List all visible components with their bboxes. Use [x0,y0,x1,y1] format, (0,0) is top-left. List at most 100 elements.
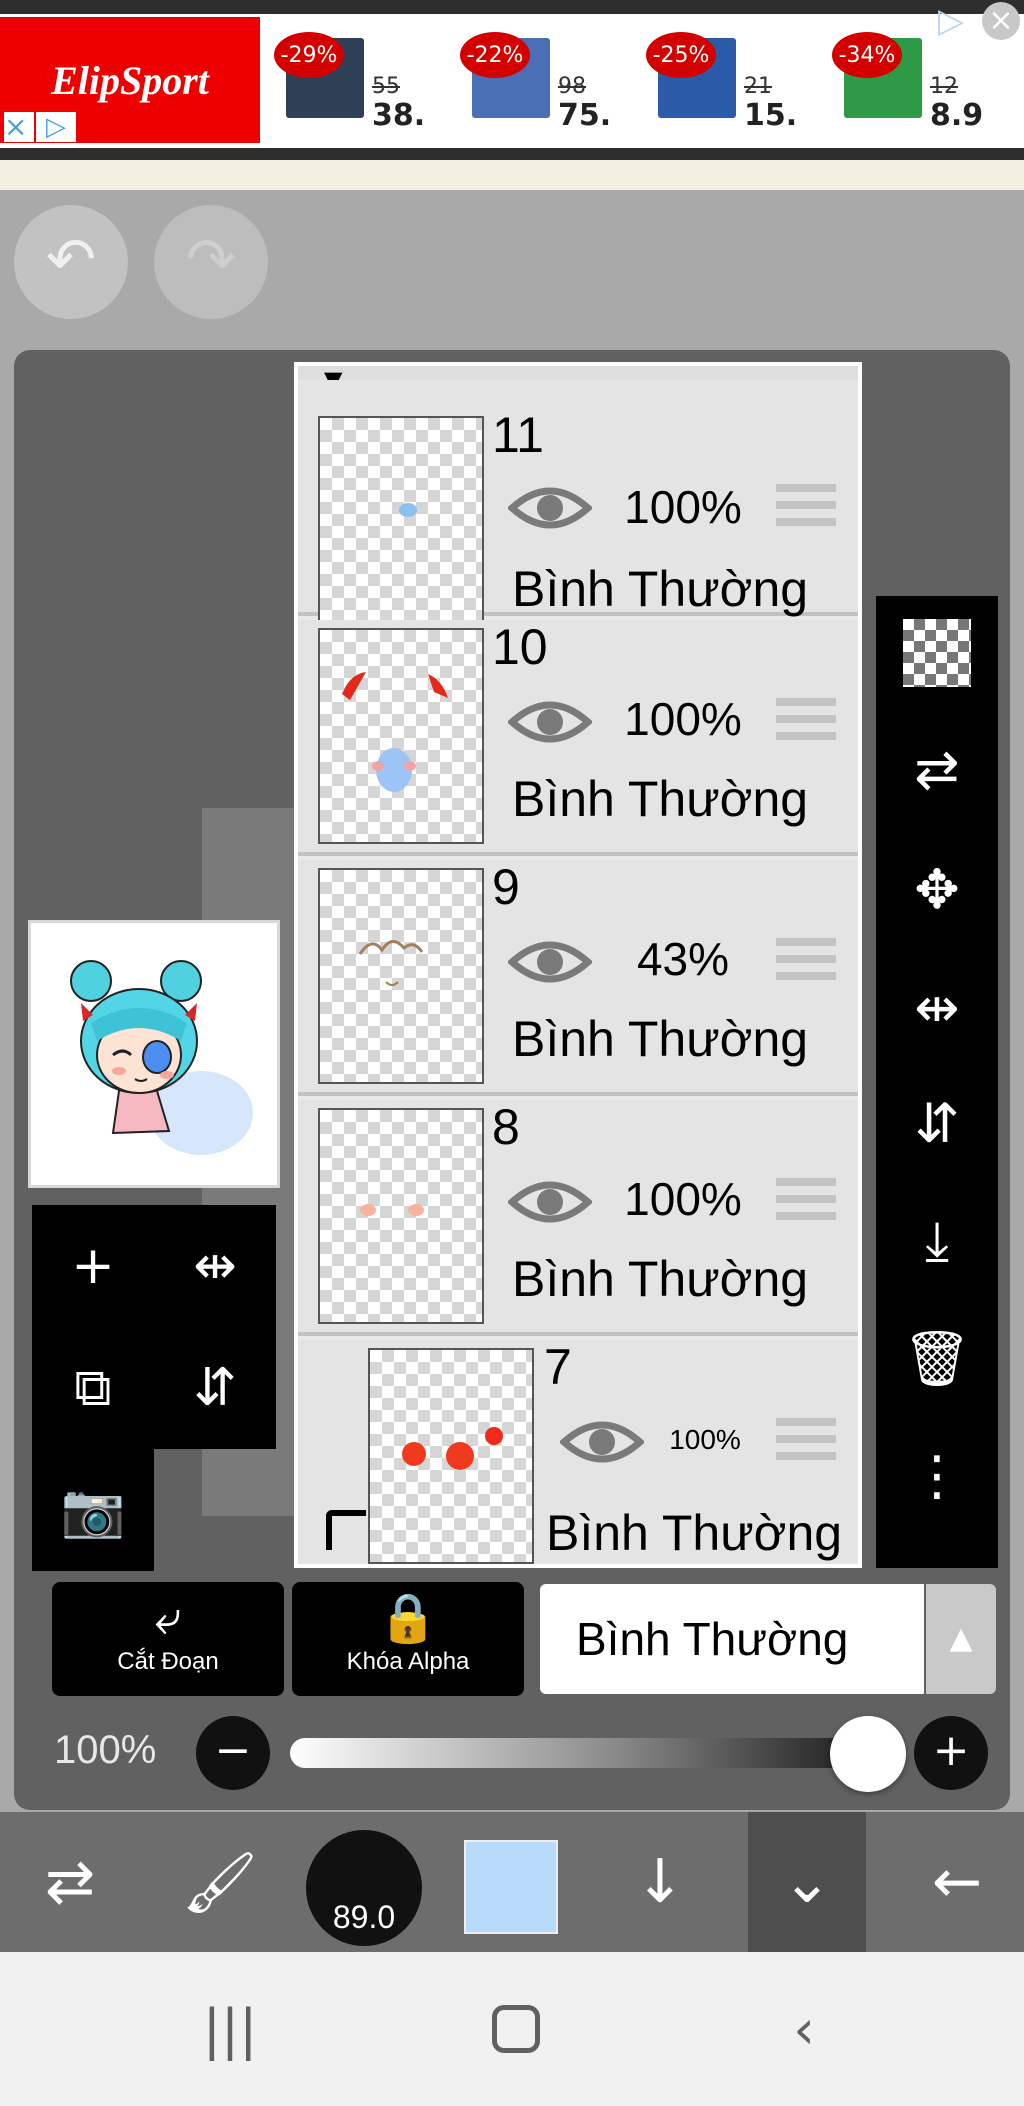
ad-close-small-icon[interactable]: × [4,112,34,142]
delete-layer-button[interactable]: 🗑 [876,1304,998,1414]
layer-actions-bar: ⇄ ✥ ⇹ ⇵ ⤓ 🗑 ⋮ [876,596,998,1568]
recent-apps-button[interactable]: ||| [170,1952,290,2106]
eye-icon[interactable] [506,480,594,536]
more-vertical-icon: ⋮ [910,1443,964,1507]
camera-button[interactable]: 📷 [32,1449,154,1571]
minus-icon: − [214,1725,252,1776]
eye-icon[interactable] [506,1174,594,1230]
layer-number: 7 [544,1339,572,1395]
opacity-decrease-button[interactable]: − [196,1716,270,1790]
flip-horizontal-icon: ⇹ [914,975,960,1039]
blend-mode-select[interactable]: Bình Thường [540,1584,924,1694]
layers-list[interactable]: ▼ 11 100% Bình Thường 10 100% [294,362,862,1568]
ad-border-top [0,0,1024,14]
ad-new-price: 8.9 [930,98,984,133]
layer-row[interactable]: 11 100% Bình Thường [298,380,858,632]
ad-product[interactable]: -22% 98 75. [460,24,640,136]
layers-scroll[interactable]: ▼ 11 100% Bình Thường 10 100% [298,366,858,1564]
layer-thumbnail [318,868,484,1084]
brush-tool-button[interactable]: 🖌 [150,1812,290,1952]
system-nav-bar: ||| ‹ [0,1952,1024,2106]
tool-switch-button[interactable]: ⇄ [0,1812,140,1952]
back-button[interactable]: ← [890,1812,1024,1952]
opacity-increase-button[interactable]: + [914,1716,988,1790]
redo-icon: ↷ [185,225,237,295]
layer-thumbnail [368,1348,534,1564]
flip-vertical-layer-button[interactable]: ⇵ [876,1068,998,1178]
ad-new-price: 75. [558,98,612,133]
flip-vertical-button[interactable]: ⇵ [154,1327,276,1449]
home-button[interactable] [456,1952,576,2106]
ad-brand: ElipSport [51,57,209,103]
swap-layers-button[interactable]: ⇄ [876,714,998,824]
ad-close-icon[interactable]: × [982,2,1020,40]
transparency-icon [903,619,971,687]
alpha-lock-button[interactable]: 🔒 Khóa Alpha [292,1582,524,1696]
layer-opacity: 43% [636,933,730,985]
move-button[interactable]: ✥ [876,834,998,944]
blend-mode-dropdown-icon[interactable]: ▲ [926,1584,996,1694]
more-options-button[interactable]: ⋮ [876,1420,998,1530]
color-swatch[interactable] [464,1840,558,1934]
plus-icon: + [932,1725,970,1776]
flip-horizontal-button[interactable]: ⇹ [154,1205,276,1327]
redo-button[interactable]: ↷ [154,205,268,319]
layer-blend-mode: Bình Thường [512,1011,809,1067]
drag-handle-icon[interactable] [776,1418,836,1468]
eye-icon[interactable] [506,934,594,990]
move-down-button[interactable]: ↓ [600,1812,720,1952]
undo-icon: ↶ [45,225,97,295]
merge-down-icon: ⤓ [925,1209,949,1272]
ad-choices-icon[interactable]: ▷ [36,112,76,142]
arrow-left-icon: ← [931,1847,983,1917]
drag-handle-icon[interactable] [776,1178,836,1228]
merge-down-button[interactable]: ⤓ [876,1186,998,1296]
layer-number: 8 [492,1099,520,1155]
ad-new-price: 15. [744,98,798,133]
double-chevron-down-icon: ⌄ [781,1847,833,1917]
layer-row[interactable]: 8 100% Bình Thường [298,1099,858,1336]
flip-vertical-icon: ⇵ [193,1358,237,1418]
eye-icon[interactable] [506,694,594,750]
opacity-slider[interactable] [290,1738,890,1768]
ad-discount: -29% [274,32,344,78]
drag-handle-icon[interactable] [776,938,836,988]
layer-number: 9 [492,859,520,915]
layer-opacity: 100% [624,693,742,745]
ad-product[interactable]: -34% 12 8.9 [832,24,1012,136]
drag-handle-icon[interactable] [776,484,836,534]
add-layer-button[interactable]: + [32,1205,154,1327]
layer-row[interactable]: 9 43% Bình Thường [298,859,858,1096]
brush-size-button[interactable]: 89.0 [306,1830,422,1946]
ad-old-price: 12 [930,74,958,99]
flip-horizontal-icon: ⇹ [193,1236,237,1296]
clipping-indicator-icon [326,1510,366,1550]
layer-thumbnail [318,416,484,632]
drag-handle-icon[interactable] [776,698,836,748]
clipping-button[interactable]: ⤶ Cắt Đoạn [52,1582,284,1696]
ad-old-price: 98 [558,74,586,99]
eye-icon[interactable] [558,1414,646,1470]
transparent-layer-button[interactable] [876,598,998,708]
ad-discount: -34% [832,32,902,78]
undo-button[interactable]: ↶ [14,205,128,319]
clipping-label: Cắt Đoạn [117,1648,219,1675]
canvas-thumbnail[interactable] [28,920,280,1188]
opacity-slider-handle[interactable] [830,1716,906,1792]
opacity-value: 100% [54,1728,157,1772]
ad-product[interactable]: -29% 55 38. [274,24,454,136]
ad-info-icon[interactable]: ▷ [938,2,978,40]
ad-product[interactable]: -25% 21 15. [646,24,826,136]
chevron-left-icon: ‹ [793,1997,815,2061]
brush-size-value: 89.0 [332,1899,396,1935]
layer-opacity: 100% [624,481,742,533]
flip-horizontal-layer-button[interactable]: ⇹ [876,952,998,1062]
layer-row[interactable]: 7 100% Bình Thường [298,1339,858,1564]
layer-row[interactable]: 10 100% Bình Thường [298,619,858,856]
layer-panel-button[interactable]: ⌄ [748,1812,866,1952]
plus-icon: + [71,1236,115,1296]
duplicate-layer-button[interactable]: ⧉ [32,1327,154,1449]
back-nav-button[interactable]: ‹ [744,1952,864,2106]
swap-icon: ⇄ [914,737,960,801]
layer-blend-mode: Bình Thường [512,771,809,827]
